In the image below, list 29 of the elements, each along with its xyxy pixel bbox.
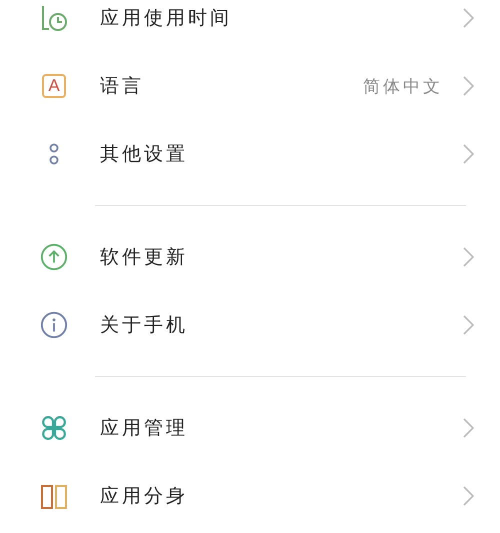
setting-row[interactable]: 关于手机 [0,291,500,359]
clock-icon [40,4,68,32]
panels-icon [40,482,68,510]
setting-row[interactable]: 其他设置 [0,120,500,188]
setting-label: 软件更新 [100,245,189,270]
setting-label: 应用管理 [100,416,189,441]
chevron-icon [463,8,474,28]
chevron-icon [463,144,474,164]
info-icon [40,310,68,340]
setting-row[interactable]: 软件更新 [0,223,500,291]
dots-icon [48,141,60,167]
setting-row[interactable]: 应用管理 [0,394,500,462]
setting-label: 其他设置 [100,142,189,167]
chevron-icon [463,418,474,438]
upload-icon [40,242,68,272]
setting-row[interactable]: 应用使用时间 [0,0,500,52]
letter-icon: A [42,74,66,98]
chevron-icon [463,76,474,96]
setting-row[interactable]: A 语言 简体中文 [0,52,500,120]
setting-label: 应用使用时间 [100,6,233,31]
chevron-icon [463,486,474,506]
setting-label: 关于手机 [100,313,189,338]
grid-icon [40,414,68,442]
chevron-icon [463,247,474,267]
setting-row[interactable]: 应用分身 [0,462,500,530]
setting-label: 语言 [100,74,145,99]
setting-value: 简体中文 [363,76,443,98]
setting-label: 应用分身 [100,484,189,509]
chevron-icon [463,315,474,335]
